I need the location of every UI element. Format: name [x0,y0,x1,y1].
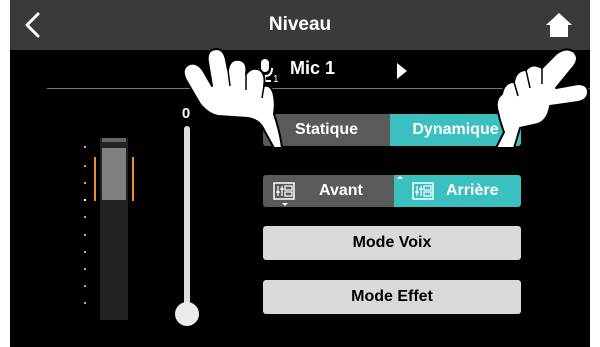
meter-tick [84,182,86,184]
meter-tick [84,251,86,253]
meter-tick [84,199,86,201]
home-icon[interactable] [544,11,574,39]
back-icon[interactable] [18,10,48,40]
rear-button[interactable]: Arrière [394,175,521,207]
fader-knob[interactable] [175,302,199,326]
voice-mode-button[interactable]: Mode Voix [263,226,521,260]
meter-tick [84,165,86,167]
meter-marker-right [132,157,134,201]
meter-peak-hold [102,138,126,142]
pointing-hand-icon [495,48,589,149]
mixer-screen: Niveau 1 Mic 1 0 Statique Dynamique Avan… [10,0,590,347]
meter-tick [84,302,86,304]
mixer-icon [273,182,295,200]
dynamics-toggle: Statique Dynamique [263,114,521,146]
meter-level [102,148,126,200]
front-label: Avant [319,182,363,199]
meter-tick [84,234,86,236]
meter-tick [84,285,86,287]
mixer-icon [412,182,434,200]
position-toggle: Avant Arrière [263,175,521,207]
effect-mode-button[interactable]: Mode Effet [263,280,521,314]
meter-tick [84,216,86,218]
input-label: Mic 1 [290,58,336,78]
meter-tick [84,146,86,148]
level-meter [100,138,128,320]
next-input-icon[interactable] [395,62,409,80]
meter-marker-left [94,157,96,201]
pointing-hand-icon [182,48,283,149]
meter-tick [84,268,86,270]
front-button[interactable]: Avant [263,175,394,207]
static-label: Statique [294,121,359,138]
caret-icon [282,203,288,206]
dynamic-label: Dynamique [412,121,499,138]
rear-label: Arrière [446,182,499,199]
caret-icon [397,176,403,179]
